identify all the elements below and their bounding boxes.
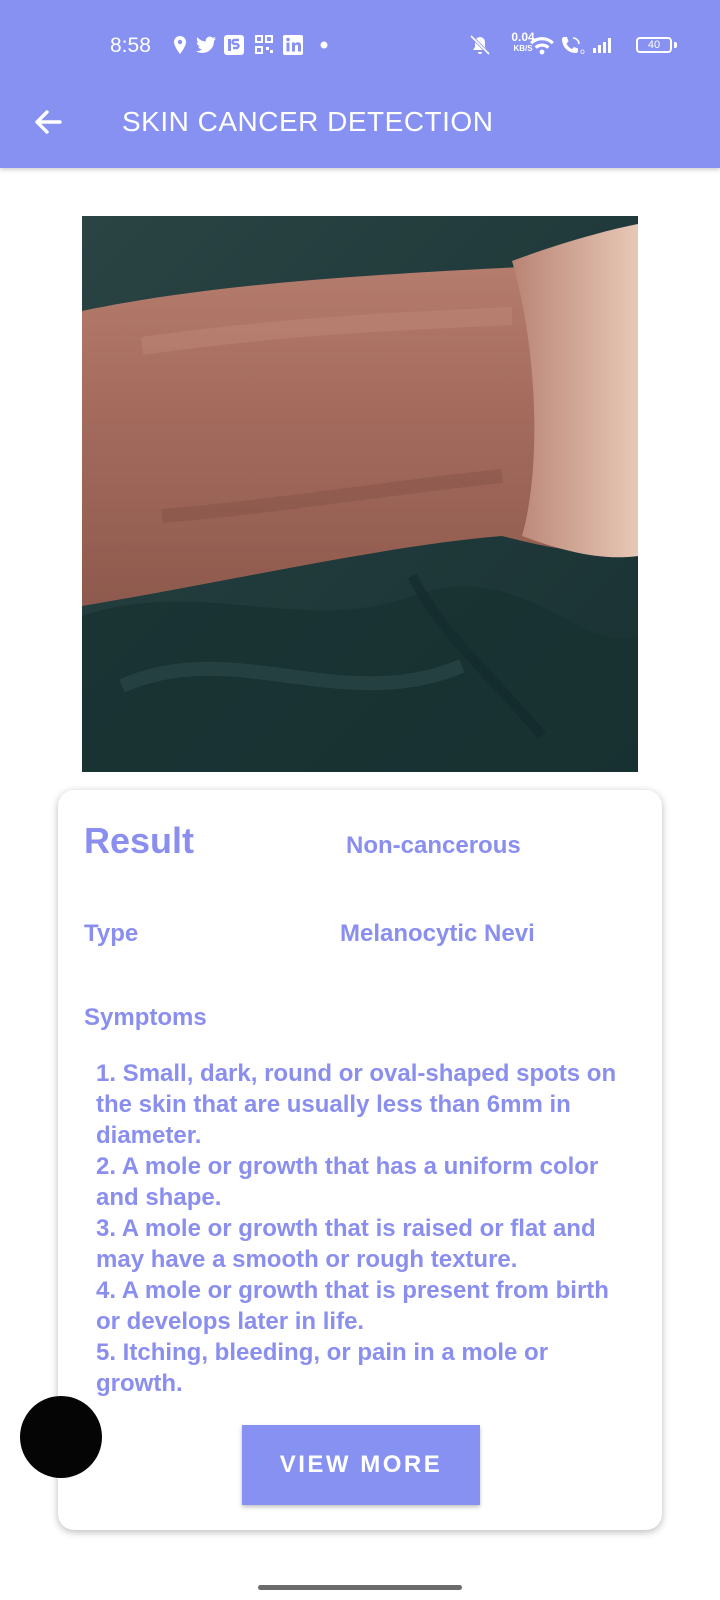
result-card: Result Non-cancerous Type Melanocytic Ne… [58, 790, 662, 1530]
location-icon [174, 36, 186, 54]
status-time: 8:58 [110, 34, 151, 57]
symptom-item: 2. A mole or growth that has a uniform c… [96, 1153, 599, 1211]
symptoms-list: 1. Small, dark, round or oval-shaped spo… [96, 1058, 636, 1399]
symptom-item: 3. A mole or growth that is raised or fl… [96, 1215, 596, 1273]
result-value: Non-cancerous [346, 832, 521, 859]
symptom-item: 4. A mole or growth that is present from… [96, 1277, 609, 1335]
symptom-item: 5. Itching, bleeding, or pain in a mole … [96, 1339, 549, 1397]
view-more-button[interactable]: VIEW MORE [242, 1425, 480, 1505]
signal-icon [593, 38, 611, 53]
muted-bell-icon [469, 34, 491, 56]
symptoms-label: Symptoms [84, 1004, 207, 1031]
status-bar: 8:58 0.04 KB/S o 40 [0, 0, 720, 90]
wifi-icon [530, 37, 554, 55]
battery-tip [674, 42, 677, 48]
twitter-icon [196, 36, 216, 53]
home-indicator[interactable] [258, 1585, 462, 1590]
type-label: Type [84, 920, 139, 947]
type-value: Melanocytic Nevi [340, 920, 535, 947]
linkedin-icon [283, 35, 303, 55]
floating-action-button[interactable] [20, 1396, 102, 1478]
result-label: Result [84, 820, 195, 861]
qr-icon [255, 35, 273, 54]
battery-icon: 40 [636, 37, 672, 53]
arrow-left-icon[interactable] [30, 104, 66, 140]
battery-level: 40 [647, 39, 661, 51]
dot-icon [320, 41, 328, 49]
page-title: SKIN CANCER DETECTION [122, 106, 494, 137]
app-header: 8:58 0.04 KB/S o 40 SKIN CANCER DETECTIO… [0, 0, 720, 168]
wifi-call-icon: o [562, 37, 585, 56]
is-app-icon [224, 35, 244, 55]
skin-photo [82, 216, 638, 772]
svg-text:o: o [580, 47, 585, 56]
symptom-item: 1. Small, dark, round or oval-shaped spo… [96, 1060, 617, 1149]
